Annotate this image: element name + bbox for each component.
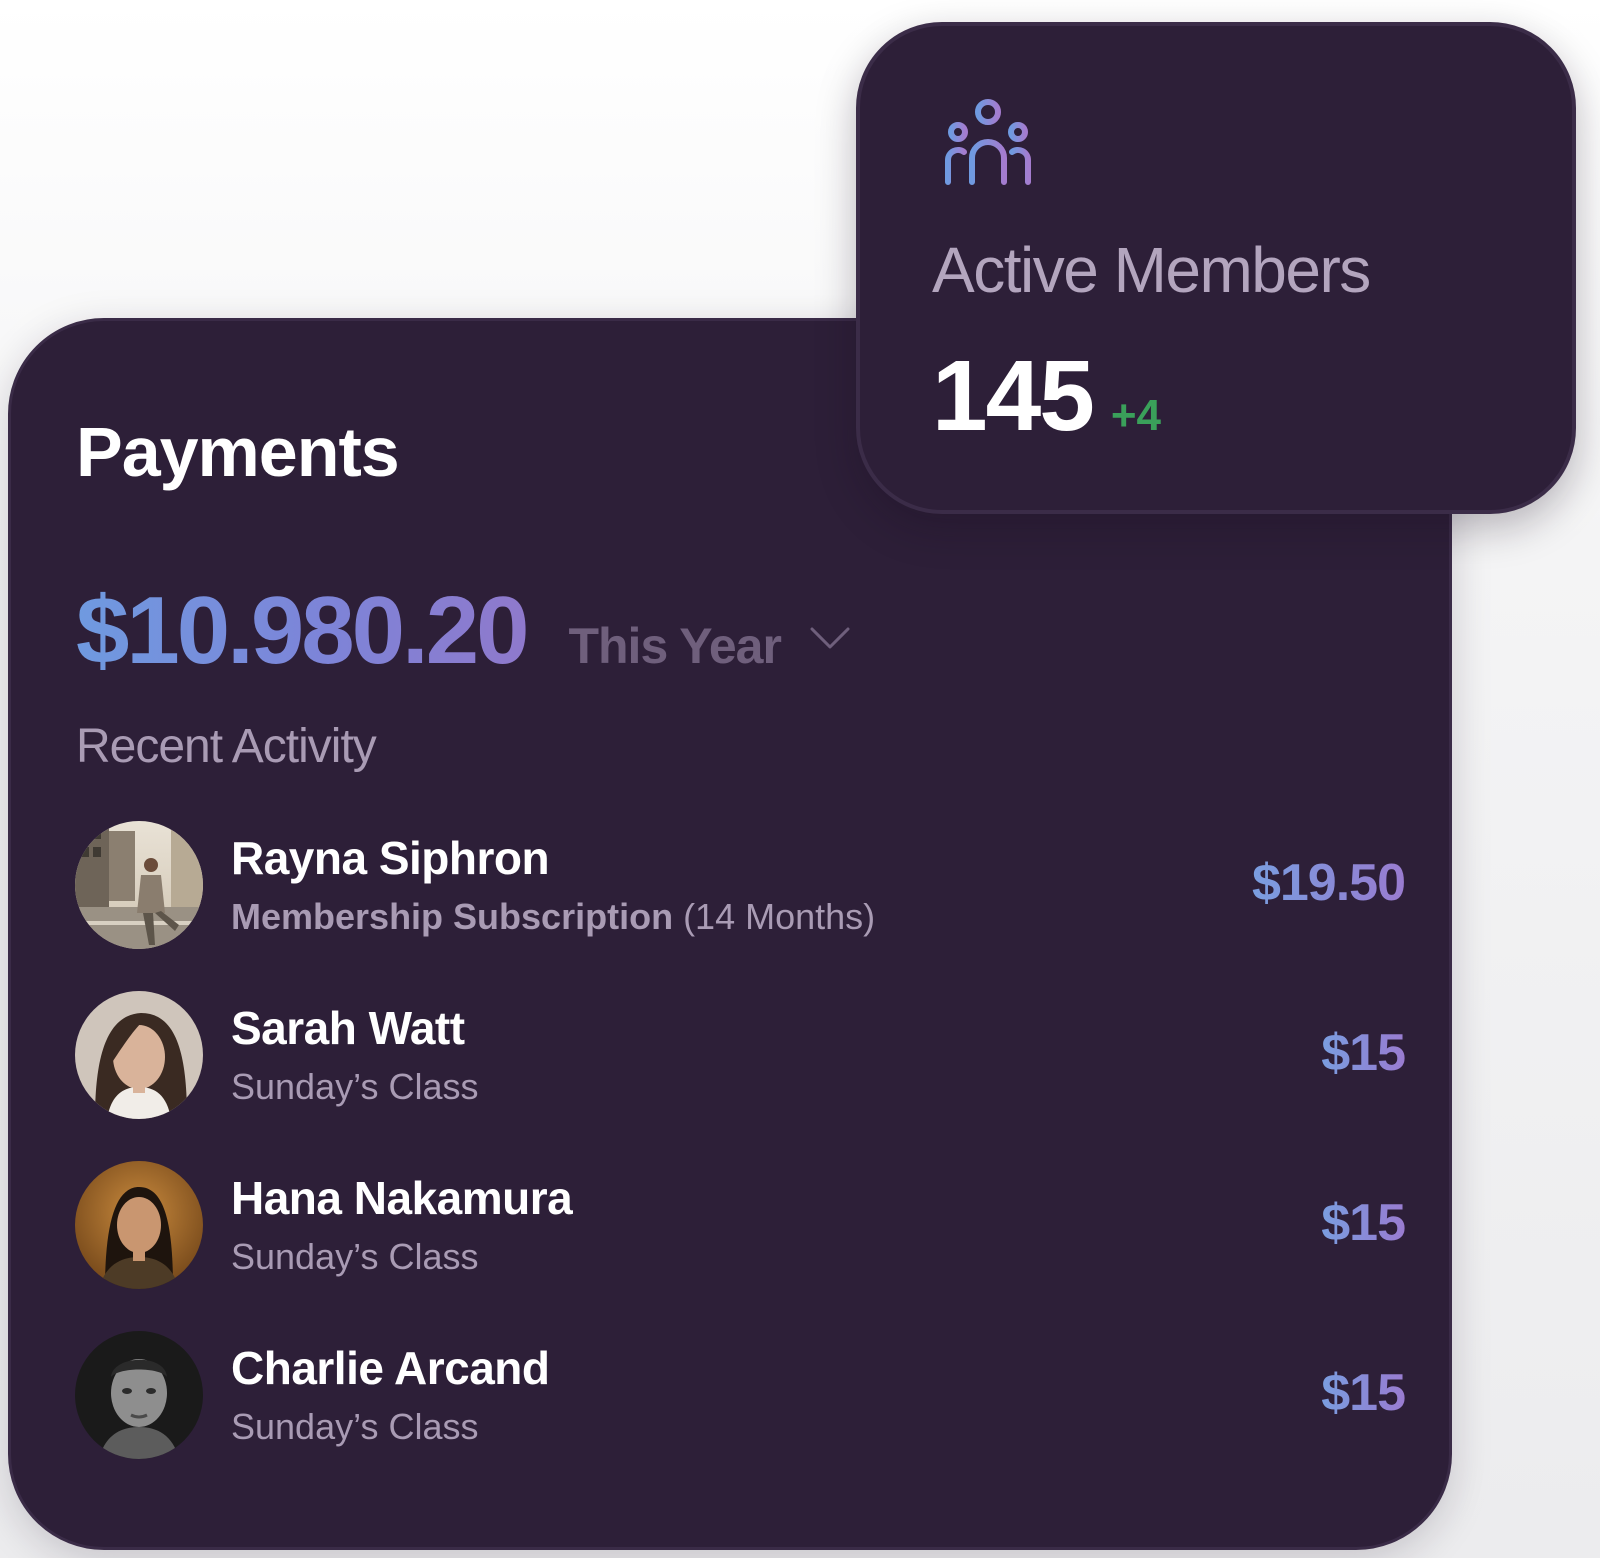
activity-description-main: Sunday’s Class <box>231 1236 479 1277</box>
activity-row[interactable]: Sarah Watt Sunday’s Class $15 <box>75 989 1406 1159</box>
activity-name: Sarah Watt <box>231 1002 465 1054</box>
payments-total-row: $10.980.20 This Year <box>76 583 851 679</box>
avatar <box>75 1331 203 1459</box>
portrait-avatar <box>75 1331 203 1459</box>
activity-description: Sunday’s Class <box>231 1069 478 1105</box>
activity-description-main: Sunday’s Class <box>231 1066 479 1107</box>
avatar <box>75 1161 203 1289</box>
activity-amount: $15 <box>1321 1024 1406 1082</box>
portrait-avatar <box>75 991 203 1119</box>
activity-description: Sunday’s Class <box>231 1409 478 1445</box>
active-members-card: Active Members 145 +4 <box>856 22 1576 514</box>
activity-name: Rayna Siphron <box>231 832 550 884</box>
activity-amount: $19.50 <box>1251 854 1406 912</box>
street-photo-avatar <box>75 821 203 949</box>
activity-row[interactable]: Rayna Siphron Membership Subscription (14… <box>75 819 1406 989</box>
activity-description-main: Sunday’s Class <box>231 1406 479 1447</box>
active-members-title: Active Members <box>932 234 1371 306</box>
active-members-count: 145 <box>932 340 1095 452</box>
chevron-down-icon <box>810 627 850 649</box>
payments-title: Payments <box>76 413 400 491</box>
payments-total-amount: $10.980.20 <box>76 577 529 684</box>
activity-description-main: Membership Subscription <box>231 896 674 937</box>
active-members-count-row: 145 +4 <box>932 346 1161 446</box>
avatar <box>75 821 203 949</box>
activity-name: Charlie Arcand <box>231 1342 550 1394</box>
activity-description: Sunday’s Class <box>231 1239 478 1275</box>
recent-activity-heading: Recent Activity <box>76 720 377 773</box>
activity-description: Membership Subscription (14 Months) <box>231 899 875 935</box>
period-dropdown[interactable]: This Year <box>568 617 850 675</box>
activity-list: Rayna Siphron Membership Subscription (14… <box>75 819 1406 1499</box>
activity-description-detail: (14 Months) <box>683 896 876 937</box>
activity-amount: $15 <box>1321 1364 1406 1422</box>
portrait-avatar <box>75 1161 203 1289</box>
activity-row[interactable]: Hana Nakamura Sunday’s Class $15 <box>75 1159 1406 1329</box>
active-members-delta: +4 <box>1110 391 1162 440</box>
activity-amount: $15 <box>1321 1194 1406 1252</box>
avatar <box>75 991 203 1119</box>
activity-name: Hana Nakamura <box>231 1172 573 1224</box>
activity-row[interactable]: Charlie Arcand Sunday’s Class $15 <box>75 1329 1406 1499</box>
period-dropdown-label: This Year <box>568 618 781 674</box>
members-icon <box>945 99 1031 185</box>
